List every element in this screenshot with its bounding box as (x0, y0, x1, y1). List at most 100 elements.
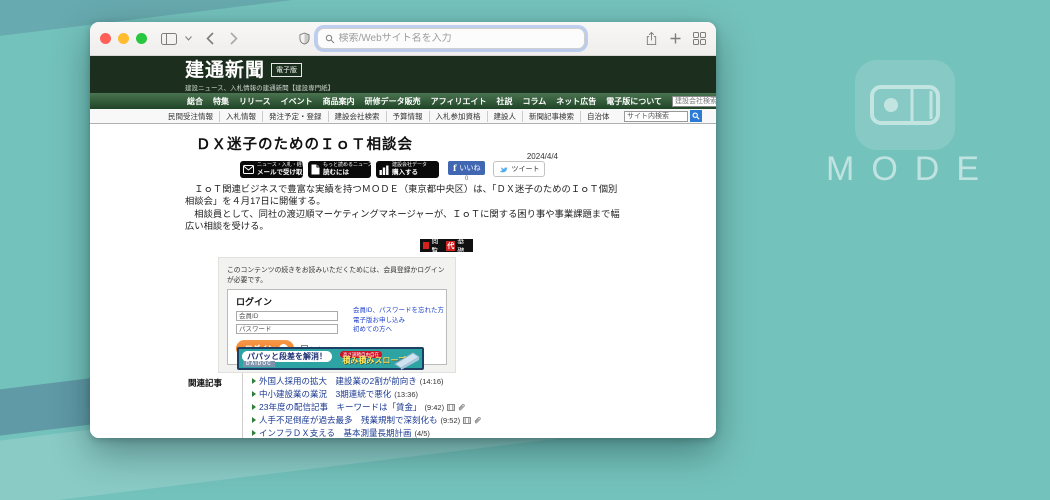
divider (242, 373, 243, 438)
main-nav-item[interactable]: 総合 (187, 96, 203, 107)
red-square-icon (423, 242, 429, 249)
site-tagline: 建設ニュース、入札情報の建通新聞【建設専門紙】 (185, 82, 716, 92)
envelope-icon (243, 165, 254, 174)
window-controls (100, 33, 147, 44)
company-search (672, 96, 716, 107)
related-articles-label: 関連記事 (188, 377, 222, 389)
video-icon (463, 417, 471, 424)
company-data-button[interactable]: 建設会社データ 購入する (376, 161, 439, 178)
video-icon (447, 404, 455, 411)
main-nav-item[interactable]: 社説 (496, 96, 512, 107)
related-article-link[interactable]: 人手不足倒産が過去最多 残業規制で深刻化も (259, 414, 438, 426)
social-buttons: f いいね 0 ツイート (448, 161, 545, 182)
privacy-shield-icon[interactable] (299, 32, 310, 45)
login-links: 会員ID、パスワードを忘れた方 電子版お申し込み 初めての方へ (353, 307, 444, 335)
mode-sensor-icon (867, 78, 943, 132)
related-article-row: 中小建設業の業況 3期連続で悪化 (13:36) (252, 388, 592, 401)
minimize-button[interactable] (118, 33, 129, 44)
bullet-icon (252, 404, 256, 410)
login-help-link[interactable]: 会員ID、パスワードを忘れた方 (353, 307, 444, 316)
article-actions: ニュース・入札・経審 メールで受け取る もっと読めるニュース 読むには 建設 (240, 161, 545, 182)
article-title: ＤＸ迷子のためのＩｏＴ相談会 (196, 133, 413, 154)
paperclip-icon (473, 416, 481, 425)
share-icon[interactable] (645, 31, 658, 46)
main-nav-item[interactable]: 研修データ販売 (365, 96, 421, 107)
site-search-input[interactable] (624, 111, 688, 122)
facebook-like-button[interactable]: f いいね (448, 161, 485, 175)
sub-nav-item[interactable]: 民間受注情報 (162, 111, 219, 122)
article-page: ＤＸ迷子のためのＩｏＴ相談会 2024/4/4 ニュース・入札・経審 メールで受… (90, 124, 716, 438)
related-article-time: (9:42) (424, 403, 444, 412)
main-nav-item[interactable]: コラム (522, 96, 546, 107)
sub-nav-item[interactable]: 入札情報 (219, 111, 262, 122)
keisan-ad-badge[interactable]: 閲覧 代 基礎 (420, 239, 473, 252)
related-articles-list: 外国人採用の拡大 建設業の2割が前向き (14:16) 中小建設業の業況 3期連… (252, 375, 592, 438)
like-count: 0 (465, 176, 468, 182)
browser-window: 建通新聞 電子版 建設ニュース、入札情報の建通新聞【建設専門紙】 総合 特集 リ… (90, 22, 716, 438)
login-notice: このコンテンツの続きをお読みいただくためには、会員登録かログインが必要です。 (227, 264, 447, 284)
tab-overview-icon[interactable] (693, 32, 706, 45)
site-search-button[interactable] (690, 110, 702, 122)
main-nav-item[interactable]: リリース (239, 96, 271, 107)
bullet-icon (252, 391, 256, 397)
related-article-row: インフラＤＸ支える 基本測量長期計画 (4/5) (252, 427, 592, 438)
article-body: ＩｏＴ関連ビジネスで豊富な実績を持つＭＯＤＥ（東京都中央区）は、「ＤＸ迷子のため… (185, 183, 622, 233)
sub-nav-item[interactable]: 入札参加資格 (429, 111, 487, 122)
sub-nav-item[interactable]: 予算情報 (386, 111, 429, 122)
main-nav-item[interactable]: 特集 (213, 96, 229, 107)
ad-banner[interactable]: パパッと段差を解消！ DAIDOC 高さ調節自由自在 積み積みスロープ (237, 347, 424, 370)
company-search-input[interactable] (672, 96, 716, 107)
article-paragraph: ＩｏＴ関連ビジネスで豊富な実績を持つＭＯＤＥ（東京都中央区）は、「ＤＸ迷子のため… (185, 183, 622, 208)
related-article-link[interactable]: インフラＤＸ支える 基本測量長期計画 (259, 427, 412, 438)
sub-nav-item[interactable]: 建設人 (487, 111, 523, 122)
login-help-link[interactable]: 電子版お申し込み (353, 317, 444, 326)
zoom-button[interactable] (136, 33, 147, 44)
forward-button[interactable] (230, 32, 238, 45)
main-nav-item[interactable]: 商品案内 (323, 96, 355, 107)
attachment-icons (463, 416, 481, 425)
sub-nav: 民間受注情報 入札情報 発注予定・登録 建設会社検索 予算情報 入札参加資格 建… (90, 109, 716, 124)
read-more-button[interactable]: もっと読めるニュース 読むには (308, 161, 371, 178)
main-nav-item[interactable]: ネット広告 (556, 96, 596, 107)
related-article-row: 23年度の配信記事 キーワードは「賃金」 (9:42) (252, 401, 592, 414)
main-nav-item[interactable]: イベント (281, 96, 313, 107)
bullet-icon (252, 378, 256, 384)
related-article-row: 外国人採用の拡大 建設業の2割が前向き (14:16) (252, 375, 592, 388)
related-article-row: 人手不足倒産が過去最多 残業規制で深刻化も (9:52) (252, 414, 592, 427)
main-nav-item[interactable]: アフィリエイト (431, 96, 487, 107)
mode-logo-badge (855, 60, 955, 150)
bullet-icon (252, 417, 256, 423)
attachment-icons (447, 403, 465, 412)
article-date: 2024/4/4 (527, 152, 558, 161)
sub-nav-item[interactable]: 新聞記事検索 (522, 111, 580, 122)
chevron-down-icon[interactable] (185, 36, 192, 41)
sidebar-icon[interactable] (161, 33, 177, 45)
site-logo[interactable]: 建通新聞 (185, 60, 265, 80)
main-nav-item[interactable]: 電子版について (606, 96, 662, 107)
site-search (624, 110, 702, 122)
url-search-input[interactable] (339, 33, 577, 44)
related-article-link[interactable]: 23年度の配信記事 キーワードは「賃金」 (259, 401, 421, 413)
sub-nav-item[interactable]: 自治体 (580, 111, 616, 122)
new-tab-icon[interactable] (670, 33, 681, 44)
close-button[interactable] (100, 33, 111, 44)
address-bar[interactable] (317, 28, 585, 49)
edition-badge: 電子版 (271, 63, 302, 77)
mode-wordmark: MODE (812, 150, 1002, 189)
main-nav: 総合 特集 リリース イベント 商品案内 研修データ販売 アフィリエイト 社説 … (90, 93, 716, 109)
browser-toolbar (90, 22, 716, 56)
ad-logo: DAIDOC (243, 361, 275, 367)
member-id-field[interactable] (236, 311, 338, 321)
password-field[interactable] (236, 324, 338, 334)
back-button[interactable] (206, 32, 214, 45)
sub-nav-item[interactable]: 建設会社検索 (328, 111, 386, 122)
related-article-link[interactable]: 中小建設業の業況 3期連続で悪化 (259, 388, 391, 400)
sub-nav-item[interactable]: 発注予定・登録 (262, 111, 328, 122)
mail-subscribe-button[interactable]: ニュース・入札・経審 メールで受け取る (240, 161, 303, 178)
related-article-link[interactable]: 外国人採用の拡大 建設業の2割が前向き (259, 375, 417, 387)
twitter-bird-icon (499, 165, 508, 173)
tweet-button[interactable]: ツイート (493, 161, 545, 177)
site-header: 建通新聞 電子版 建設ニュース、入札情報の建通新聞【建設専門紙】 (90, 56, 716, 93)
login-help-link[interactable]: 初めての方へ (353, 326, 444, 335)
article-paragraph: 相談員として、同社の渡辺順マーケティングマネージャーが、ＩｏＴに関する困り事や事… (185, 208, 622, 233)
